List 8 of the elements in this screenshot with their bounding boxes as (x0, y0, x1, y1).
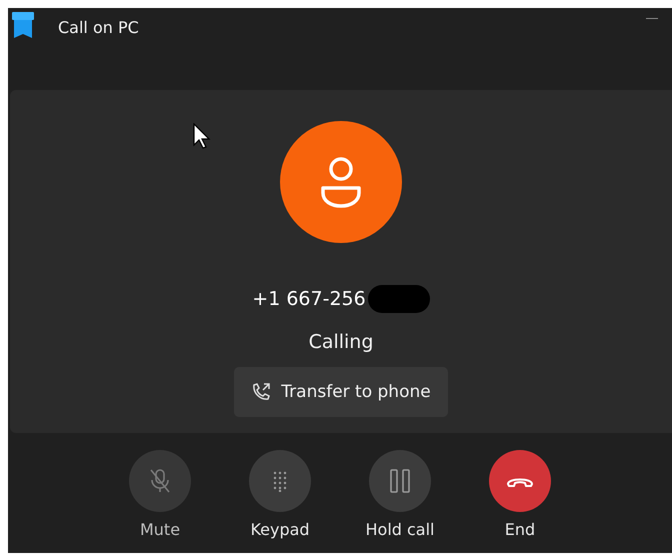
button-label: End (504, 520, 536, 539)
call-status: Calling (308, 331, 374, 353)
phone-number: +1 667-256 (252, 288, 366, 310)
button-label: Keypad (250, 520, 310, 539)
window-title: Call on PC (58, 18, 139, 36)
button-label: Mute (140, 520, 180, 539)
button-label: Hold call (366, 520, 434, 539)
transfer-button[interactable]: Transfer to phone (234, 367, 448, 417)
